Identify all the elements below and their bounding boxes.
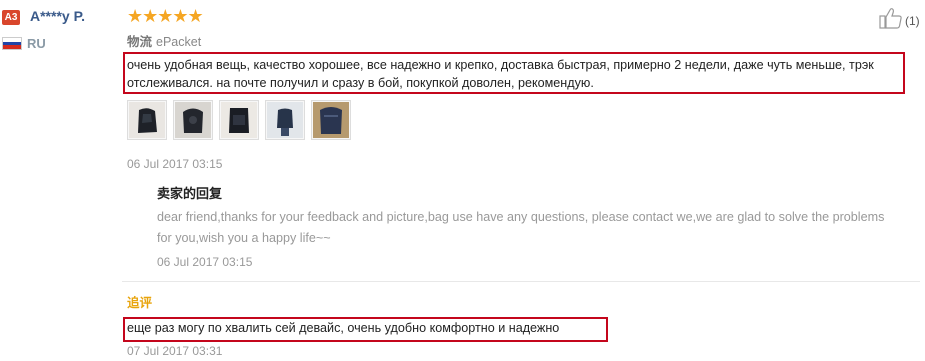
reviewer-country: RU xyxy=(27,36,46,51)
review-text: очень удобная вещь, качество хорошее, вс… xyxy=(127,58,874,90)
helpful-count: (1) xyxy=(905,13,920,28)
helpful-button[interactable]: (1) xyxy=(879,7,920,34)
seller-reply-text: dear friend,thanks for your feedback and… xyxy=(157,210,885,245)
seller-reply-title: 卖家的回复 xyxy=(157,186,223,201)
review-photo-thumbnail[interactable] xyxy=(265,100,305,140)
review-photo-thumbnail[interactable] xyxy=(219,100,259,140)
followup-date: 07 Jul 2017 03:31 xyxy=(127,344,223,358)
followup-text: еще раз могу по хвалить сей девайс, очен… xyxy=(127,321,560,335)
review-photo-thumbnail[interactable] xyxy=(173,100,213,140)
shipping-method: ePacket xyxy=(156,35,202,49)
review-photo-thumbnail[interactable] xyxy=(311,100,351,140)
followup-title: 追评 xyxy=(127,296,153,310)
seller-reply-date: 06 Jul 2017 03:15 xyxy=(157,255,253,269)
thumbs-up-icon xyxy=(879,7,903,34)
review-photo-thumbnail[interactable] xyxy=(127,100,167,140)
section-divider xyxy=(122,281,920,282)
review-photos xyxy=(127,100,351,140)
reviewer-level-badge: A3 xyxy=(2,10,20,25)
country-flag-icon xyxy=(2,37,22,50)
review-date: 06 Jul 2017 03:15 xyxy=(127,157,223,171)
star-rating: ★★★★★ xyxy=(127,6,204,26)
shipping-info: 物流 ePacket xyxy=(127,31,201,50)
shipping-label: 物流 xyxy=(127,35,153,49)
reviewer-name[interactable]: A****y P. xyxy=(30,8,85,24)
